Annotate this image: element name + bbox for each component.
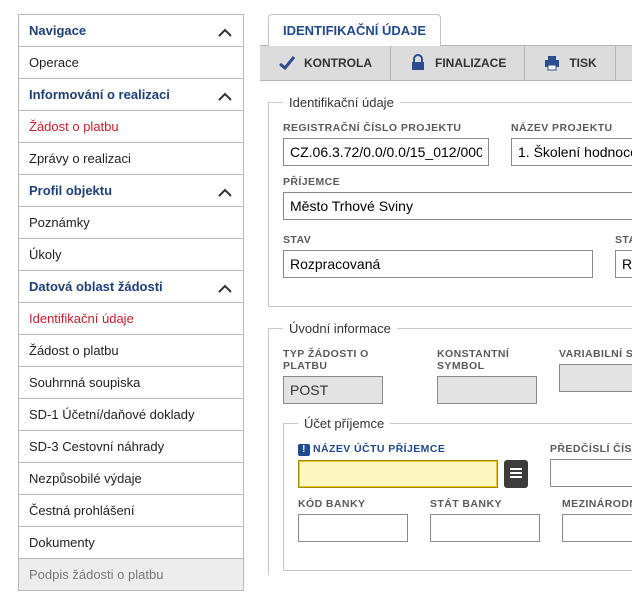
toolbar-tisk[interactable]: TISK [525, 46, 615, 80]
fieldset-legend: Identifikační údaje [283, 95, 400, 110]
prijemce-input[interactable] [283, 192, 632, 220]
toolbar-label: FINALIZACE [435, 56, 506, 70]
stat-banky-input[interactable] [430, 514, 540, 542]
reg-cislo-label: REGISTRAČNÍ ČÍSLO PROJEKTU [283, 122, 489, 134]
sidebar-item-podpis[interactable]: Podpis žádosti o platbu [19, 559, 243, 590]
nazev-projektu-input[interactable] [511, 138, 632, 166]
toolbar: KONTROLA FINALIZACE TISK [260, 45, 632, 81]
predcisli-input[interactable] [550, 459, 632, 487]
tab-label: IDENTIFIKAČNÍ ÚDAJE [283, 23, 426, 38]
kod-banky-label: KÓD BANKY [298, 498, 408, 510]
mezinarodni-kod-input[interactable] [562, 514, 632, 542]
toolbar-finalizace[interactable]: FINALIZACE [391, 46, 525, 80]
nazev-uctu-picker-button[interactable] [504, 460, 528, 488]
sidebar-label: Čestná prohlášení [29, 503, 135, 518]
sidebar-label: Žádost o platbu [29, 119, 119, 134]
sidebar-label: SD-3 Cestovní náhrady [29, 439, 164, 454]
toolbar-kontrola[interactable]: KONTROLA [260, 46, 391, 80]
mezinarodni-kod-label: MEZINÁRODNÍ KÓ [562, 498, 632, 510]
sidebar-item-sd1[interactable]: SD-1 Účetní/daňové doklady [19, 399, 243, 431]
variabilni-symbol-input [559, 364, 632, 392]
toolbar-label: KONTROLA [304, 56, 372, 70]
nazev-uctu-label: !NÁZEV ÚČTU PŘÍJEMCE [298, 443, 528, 456]
sidebar-item-ukoly[interactable]: Úkoly [19, 239, 243, 271]
sidebar-section-navigace[interactable]: Navigace [19, 15, 243, 47]
sidebar-label: SD-1 Účetní/daňové doklady [29, 407, 194, 422]
sidebar-label: Poznámky [29, 215, 90, 230]
chevron-up-icon [217, 282, 233, 292]
sidebar-label: Žádost o platbu [29, 343, 119, 358]
typ-zadosti-label: TYP ŽÁDOSTI O PLATBU [283, 348, 383, 372]
sidebar-label: Identifikační údaje [29, 311, 134, 326]
chevron-up-icon [217, 90, 233, 100]
sidebar-label: Nezpůsobilé výdaje [29, 471, 142, 486]
prijemce-label: PŘÍJEMCE [283, 176, 632, 188]
sidebar-label: Profil objektu [29, 183, 112, 198]
sidebar-item-zpravy[interactable]: Zprávy o realizaci [19, 143, 243, 175]
main-content: IDENTIFIKAČNÍ ÚDAJE KONTROLA FINALIZACE … [260, 14, 632, 592]
sidebar-section-informovani[interactable]: Informování o realizaci [19, 79, 243, 111]
fieldset-uvodni: Úvodní informace TYP ŽÁDOSTI O PLATBU KO… [268, 321, 632, 575]
chevron-up-icon [217, 186, 233, 196]
sidebar-item-dokumenty[interactable]: Dokumenty [19, 527, 243, 559]
predcisli-label: PŘEDČÍSLÍ ČÍSLA [550, 443, 632, 455]
print-icon [543, 54, 561, 72]
sidebar-label: Informování o realizaci [29, 87, 170, 102]
check-icon [278, 54, 296, 72]
sidebar-label: Operace [29, 55, 79, 70]
typ-zadosti-input [283, 376, 383, 404]
reg-cislo-input[interactable] [283, 138, 489, 166]
sidebar-label: Úkoly [29, 247, 62, 262]
kod-banky-input[interactable] [298, 514, 408, 542]
stav-z-input[interactable] [615, 250, 632, 278]
sidebar-item-zadost-o-platbu[interactable]: Žádost o platbu [19, 111, 243, 143]
sidebar-label: Souhrnná soupiska [29, 375, 140, 390]
variabilni-symbol-label: VARIABILNÍ SYMB [559, 348, 632, 360]
sidebar-label: Zprávy o realizaci [29, 151, 131, 166]
fieldset-legend: Úvodní informace [283, 321, 397, 336]
nazev-projektu-label: NÁZEV PROJEKTU [511, 122, 632, 134]
sidebar-item-zadost-2[interactable]: Žádost o platbu [19, 335, 243, 367]
konstantni-symbol-label: KONSTANTNÍ SYMBOL [437, 348, 537, 372]
sidebar-section-datova[interactable]: Datová oblast žádosti [19, 271, 243, 303]
stat-banky-label: STÁT BANKY [430, 498, 540, 510]
sidebar-item-poznamky[interactable]: Poznámky [19, 207, 243, 239]
fieldset-ucet-prijemce: Účet příjemce !NÁZEV ÚČTU PŘÍJEMCE PŘE [283, 416, 632, 571]
stav-label: STAV [283, 234, 593, 246]
sidebar-item-nezp[interactable]: Nezpůsobilé výdaje [19, 463, 243, 495]
tab-identifikacni-udaje[interactable]: IDENTIFIKAČNÍ ÚDAJE [268, 14, 441, 46]
sidebar-label: Navigace [29, 23, 86, 38]
sidebar-item-operace[interactable]: Operace [19, 47, 243, 79]
fieldset-legend: Účet příjemce [298, 416, 390, 431]
sidebar-label: Podpis žádosti o platbu [29, 567, 163, 582]
nazev-uctu-input[interactable] [298, 460, 498, 488]
sidebar-label: Dokumenty [29, 535, 95, 550]
stav-input[interactable] [283, 250, 593, 278]
lock-icon [409, 54, 427, 72]
toolbar-label: TISK [569, 56, 596, 70]
sidebar-item-cestna[interactable]: Čestná prohlášení [19, 495, 243, 527]
stav-z-label: STAV Z [615, 234, 632, 246]
konstantni-symbol-input [437, 376, 537, 404]
sidebar-item-identifikacni-udaje[interactable]: Identifikační údaje [19, 303, 243, 335]
fieldset-identifikacni: Identifikační údaje REGISTRAČNÍ ČÍSLO PR… [268, 95, 632, 307]
chevron-up-icon [217, 26, 233, 36]
sidebar: Navigace Operace Informování o realizaci… [18, 14, 244, 591]
sidebar-item-sd3[interactable]: SD-3 Cestovní náhrady [19, 431, 243, 463]
list-icon [509, 466, 523, 483]
sidebar-section-profil[interactable]: Profil objektu [19, 175, 243, 207]
sidebar-item-souhrnna[interactable]: Souhrnná soupiska [19, 367, 243, 399]
sidebar-label: Datová oblast žádosti [29, 279, 163, 294]
